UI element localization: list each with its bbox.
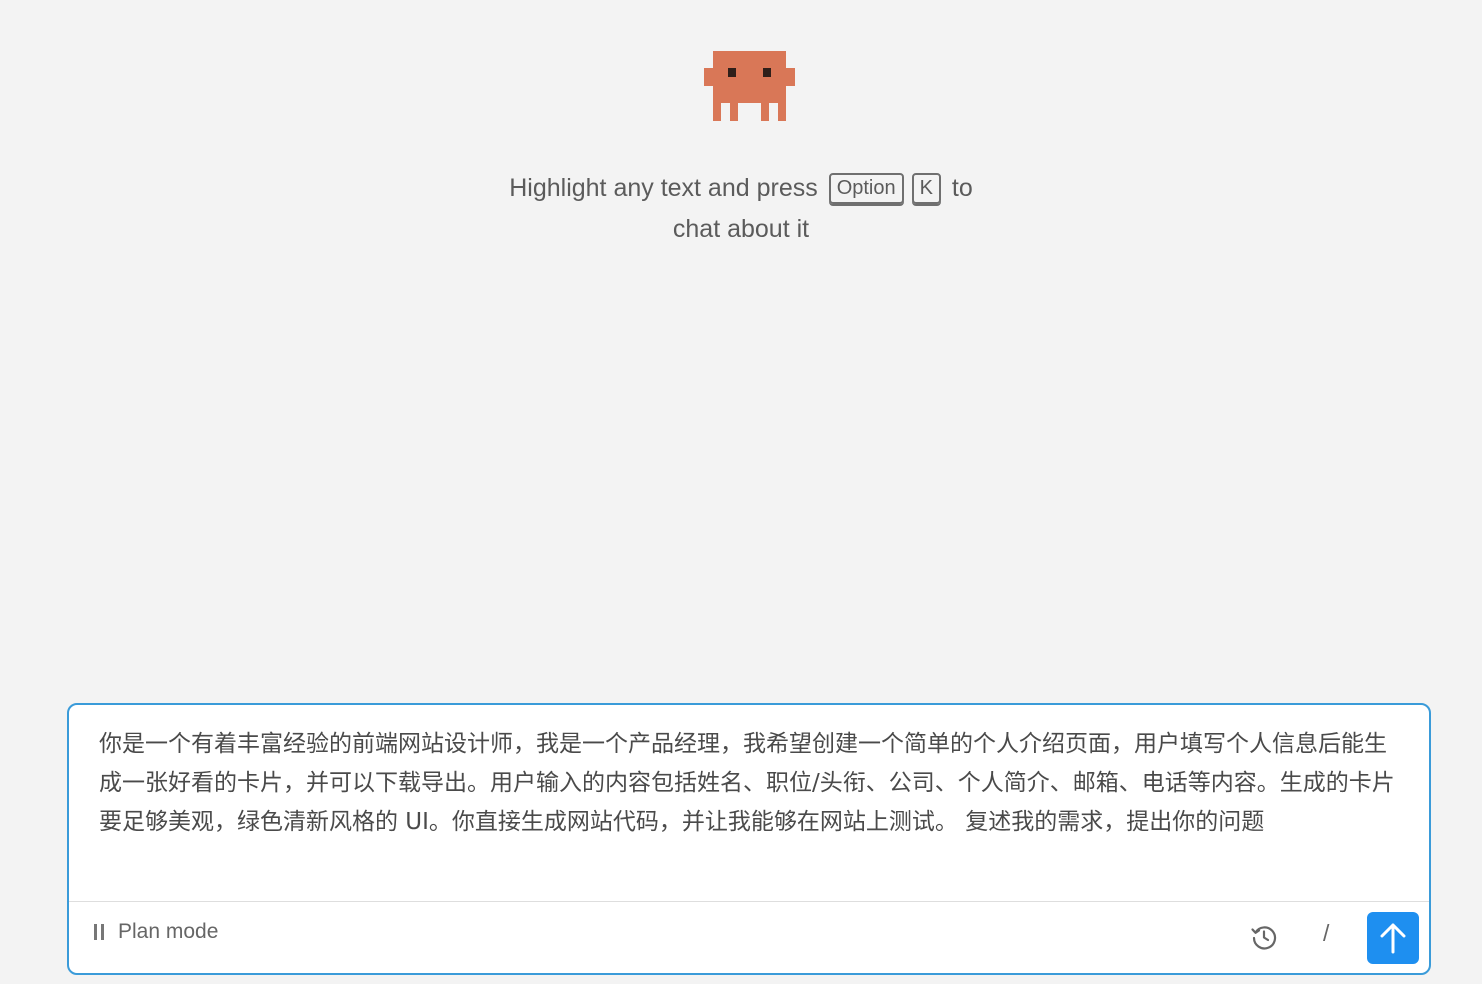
k-key: K: [911, 173, 941, 204]
hint-suffix: to: [951, 174, 973, 202]
history-button[interactable]: [1250, 923, 1278, 951]
plan-mode-label: Plan mode: [118, 920, 219, 943]
hint-line-1: Highlight any text and press Option K to: [0, 168, 1482, 209]
highlight-hint: Highlight any text and press Option K to …: [0, 168, 1482, 250]
hint-line-2: chat about it: [672, 215, 810, 243]
hint-text: Highlight any text and press: [509, 174, 818, 202]
slash-command-button[interactable]: /: [1323, 920, 1329, 947]
composer-toolbar: Plan mode /: [69, 902, 1429, 973]
chat-panel: Highlight any text and press Option K to …: [0, 0, 1482, 984]
plan-mode-toggle[interactable]: Plan mode: [92, 920, 218, 944]
pause-icon: [92, 923, 106, 941]
option-key: Option: [828, 173, 904, 204]
send-button[interactable]: [1367, 912, 1419, 964]
arrow-up-icon: [1380, 923, 1406, 954]
prompt-input[interactable]: 你是一个有着丰富经验的前端网站设计师，我是一个产品经理，我希望创建一个简单的个人…: [99, 725, 1404, 842]
history-clock-icon: [1251, 926, 1277, 950]
mascot-logo-icon: [704, 51, 795, 121]
chat-composer: 你是一个有着丰富经验的前端网站设计师，我是一个产品经理，我希望创建一个简单的个人…: [67, 703, 1431, 975]
